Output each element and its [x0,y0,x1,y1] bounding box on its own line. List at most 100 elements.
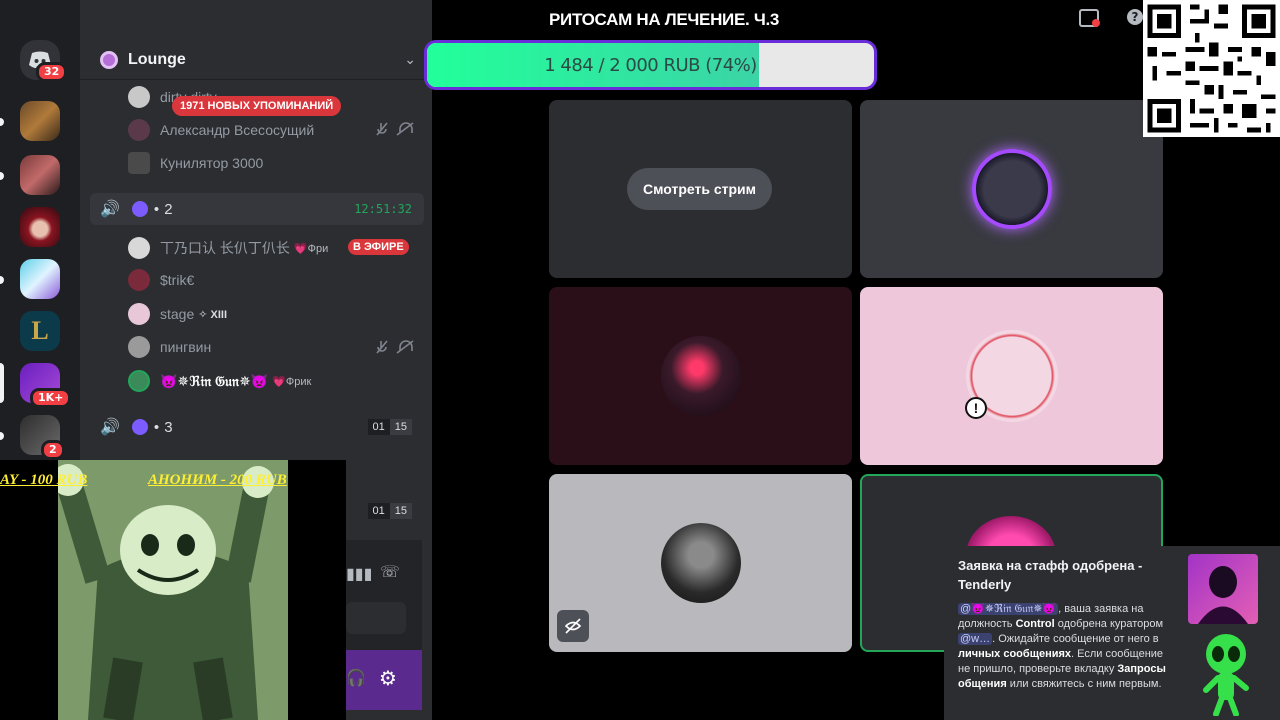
warning-icon: ! [965,397,987,419]
channel-status-dot [131,419,148,435]
voice-user-name: $trik€ [160,272,195,288]
server-icon-1[interactable] [20,101,60,141]
channel-label: 3 [164,418,173,436]
donation-line: АНОНИМ - 200 RUB [148,472,287,488]
toast-title: Заявка на стафф одобрена - Tenderly [958,558,1143,592]
server-icon-small [100,50,118,69]
camera-off-icon [557,610,589,642]
voice-channel-3[interactable]: 🔊 • 3 01 15 [90,411,424,443]
unread-pill [0,276,4,284]
user-count-max: 15 [389,503,412,519]
character-illustration [58,460,288,720]
voice-user[interactable]: Александр Всесосущий [128,116,314,144]
toast-text: . Ожидайте сообщение от него в [992,633,1159,645]
soundboard-icon[interactable]: ▮▮▮ [346,564,372,584]
selected-pill [0,363,4,403]
donation-goal-text: 1 484 / 2 000 RUB (74%) [544,54,757,76]
mic-off-icon [376,340,414,354]
channel-user-count: 01 15 [367,419,412,435]
toast-text: одобрена куратором [1054,618,1164,630]
dancing-character-image [58,460,288,720]
user-mention[interactable]: @👿✵ℜ𝔦𝔫 𝔊𝔲𝔫✵👿 [958,603,1059,615]
server-icon-league[interactable]: L [20,311,60,351]
notification-toast[interactable]: Заявка на стафф одобрена - Tenderly @👿✵ℜ… [944,546,1280,720]
donation-goal-bar: 1 484 / 2 000 RUB (74%) [424,40,877,90]
channel-user-count: 01 15 [367,503,412,519]
participant-tile[interactable]: ! [860,287,1163,465]
server-icon-4[interactable] [20,259,60,299]
stream-tile[interactable]: Смотреть стрим [549,100,852,278]
server-icon-2[interactable] [20,155,60,195]
disconnect-icon[interactable]: ☏ [380,562,400,582]
participant-tile[interactable] [860,100,1163,278]
voice-user[interactable]: 丅乃口认 长仈丁仈长 💗Фри [128,234,328,262]
participant-tile[interactable] [549,474,852,652]
voice-user[interactable]: Кунилятор 3000 [128,149,263,177]
participant-tile[interactable] [549,287,852,465]
svg-text:?: ? [1132,10,1139,24]
toast-text: или свяжитесь с ним первым. [1006,678,1162,690]
channel-separator: • [153,200,160,218]
chevron-down-icon[interactable]: ⌄ [404,51,416,68]
unread-pill [0,172,4,180]
channel-separator: • [153,418,160,436]
avatar [128,336,150,358]
user-count-current: 01 [367,419,390,435]
avatar [128,86,150,108]
inbox-icon[interactable] [1079,8,1101,33]
qr-code [1143,0,1280,137]
active-server-badge: 1K+ [30,388,72,408]
avatar [128,237,150,259]
server-header[interactable]: Lounge ⌄ [80,40,432,80]
participant-avatar [660,523,741,603]
voice-user-name: пингвин [160,339,212,355]
activity-button[interactable] [346,602,406,634]
speaker-icon: 🔊 [100,419,120,436]
eye-off-icon [564,618,582,634]
donation-line: AY - 100 RUB [0,472,88,488]
toast-thumbnail [1188,554,1258,624]
role-tag: 💗Фри [293,242,329,255]
unread-pill [0,118,4,126]
avatar [128,269,150,291]
server-icon-3[interactable] [20,207,60,247]
voice-channel-4[interactable]: 01 15 [346,495,424,527]
voice-user-name: Александр Всесосущий [160,122,315,138]
mic-off-icon [376,122,414,136]
role-tag: ✧ XIII [198,308,228,321]
help-icon[interactable]: ? [1126,8,1144,31]
headphones-icon[interactable]: 🎧 [346,668,366,688]
toast-role: Control [1015,618,1055,630]
toast-body: @👿✵ℜ𝔦𝔫 𝔊𝔲𝔫✵👿, ваша заявка на должность C… [958,602,1178,692]
avatar [128,152,150,174]
alien-icon [1203,634,1249,716]
avatar [128,119,150,141]
role-tag: 💗Фрик [272,375,312,388]
unread-pill [0,432,4,440]
toast-dm-label: личных сообщениях [958,648,1072,660]
voice-user[interactable]: 👿✵ℜ𝔦𝔫 𝔊𝔲𝔫✵👿 💗Фрик [128,367,311,395]
avatar [128,303,150,325]
server-name: Lounge [128,50,186,68]
stream-title: РИТОСАМ НА ЛЕЧЕНИЕ. Ч.3 [549,10,780,29]
cat-server-badge: 2 [41,440,65,460]
voice-connection-panel: ▮▮▮ ☏ 🎧 ⚙ [346,540,422,710]
live-badge: В ЭФИРЕ [348,239,409,255]
new-mentions-pill[interactable]: 1971 НОВЫХ УПОМИНАНИЙ [172,96,342,116]
curator-mention[interactable]: @w… [958,633,993,645]
participant-avatar [660,336,741,416]
channel-label: 2 [164,200,173,218]
voice-user[interactable]: stage ✧ XIII [128,300,227,328]
channel-status-dot [131,201,148,217]
voice-user[interactable]: $trik€ [128,266,194,294]
avatar [128,370,150,392]
league-logo-icon: L [31,316,49,345]
voice-user-name: Кунилятор 3000 [160,155,264,171]
home-unread-badge: 32 [36,62,68,82]
gear-icon[interactable]: ⚙ [379,666,397,691]
watch-stream-button[interactable]: Смотреть стрим [627,168,773,210]
voice-user[interactable]: пингвин [128,333,211,361]
stream-overlay: AY - 100 RUB АНОНИМ - 200 RUB [0,460,346,720]
voice-channel-2[interactable]: 🔊 • 2 12:51:32 [90,193,424,225]
user-count-max: 15 [389,419,412,435]
